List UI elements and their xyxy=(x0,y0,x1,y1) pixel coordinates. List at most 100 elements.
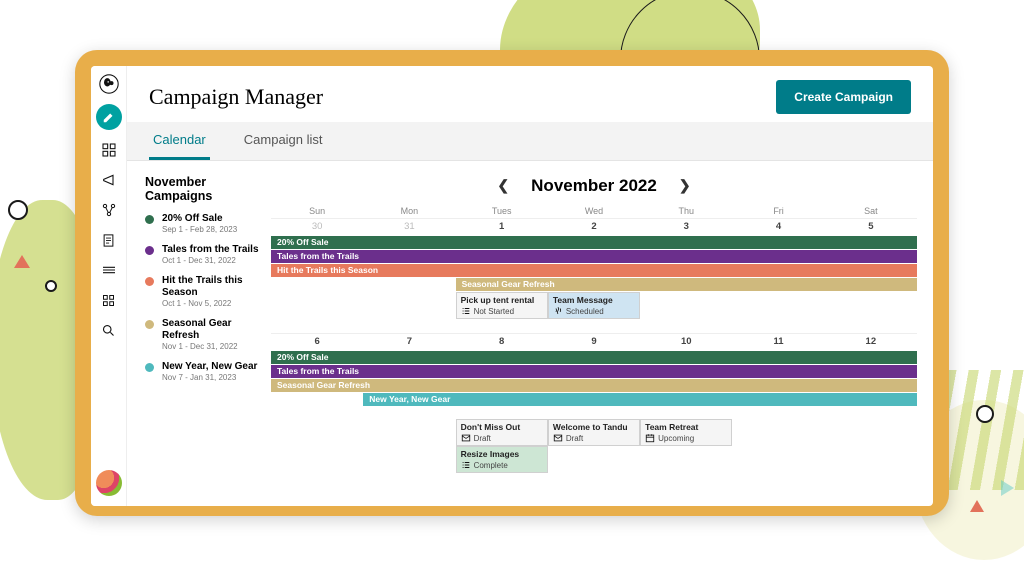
nav-apps-icon[interactable] xyxy=(99,290,119,310)
campaign-bar[interactable]: New Year, New Gear xyxy=(363,393,917,406)
mailchimp-logo-icon[interactable] xyxy=(99,74,119,94)
automation-icon xyxy=(553,306,563,316)
campaign-dates: Oct 1 - Nov 5, 2022 xyxy=(162,299,259,308)
date-cell[interactable]: 9 xyxy=(548,333,640,351)
nav-campaigns-icon[interactable] xyxy=(99,170,119,190)
campaign-dates: Nov 1 - Dec 31, 2022 xyxy=(162,342,259,351)
date-cell[interactable]: 7 xyxy=(363,333,455,351)
campaign-dates: Nov 7 - Jan 31, 2023 xyxy=(162,373,257,382)
weekday-row: SunMonTuesWedThuFriSat xyxy=(271,206,917,216)
nav-automations-icon[interactable] xyxy=(99,200,119,220)
date-cell[interactable]: 6 xyxy=(271,333,363,351)
task-title: Don't Miss Out xyxy=(461,422,543,432)
date-cell[interactable]: 31 xyxy=(363,218,455,236)
date-cell[interactable]: 5 xyxy=(825,218,917,236)
date-cell[interactable]: 3 xyxy=(640,218,732,236)
task-row: Resize Images Complete xyxy=(271,446,917,473)
campaign-color-dot xyxy=(145,246,154,255)
nav-integrations-icon[interactable] xyxy=(99,260,119,280)
list-icon xyxy=(461,460,471,470)
decorative-circle xyxy=(8,200,28,220)
weekday-label: Mon xyxy=(363,206,455,216)
campaign-list-item[interactable]: New Year, New Gear Nov 7 - Jan 31, 2023 xyxy=(145,361,259,382)
tab-bar: Calendar Campaign list xyxy=(127,122,933,161)
calendar-task[interactable]: Pick up tent rental Not Started xyxy=(456,292,548,319)
weekday-label: Wed xyxy=(548,206,640,216)
date-cell[interactable]: 4 xyxy=(732,218,824,236)
nav-audience-icon[interactable] xyxy=(99,140,119,160)
task-title: Team Message xyxy=(553,295,635,305)
campaign-list-item[interactable]: Tales from the Trails Oct 1 - Dec 31, 20… xyxy=(145,244,259,265)
nav-rail xyxy=(91,66,127,506)
campaign-list-item[interactable]: 20% Off Sale Sep 1 - Feb 28, 2023 xyxy=(145,213,259,234)
campaign-bar[interactable]: Seasonal Gear Refresh xyxy=(456,278,917,291)
next-month-button[interactable]: ❯ xyxy=(675,173,695,198)
nav-search-icon[interactable] xyxy=(99,320,119,340)
campaign-list-item[interactable]: Hit the Trails this Season Oct 1 - Nov 5… xyxy=(145,275,259,308)
campaign-name: Tales from the Trails xyxy=(162,244,259,256)
task-title: Welcome to Tandu xyxy=(553,422,635,432)
calendar-month-label: November 2022 xyxy=(531,176,657,196)
calendar-header: ❮ November 2022 ❯ xyxy=(271,173,917,198)
campaign-color-dot xyxy=(145,277,154,286)
weekday-label: Sun xyxy=(271,206,363,216)
campaign-dates: Sep 1 - Feb 28, 2023 xyxy=(162,225,237,234)
content-area: November Campaigns 20% Off Sale Sep 1 - … xyxy=(127,161,933,506)
date-cell[interactable]: 8 xyxy=(456,333,548,351)
calendar-task[interactable]: Don't Miss Out Draft xyxy=(456,419,548,446)
weekday-label: Thu xyxy=(640,206,732,216)
calendar-task[interactable]: Welcome to Tandu Draft xyxy=(548,419,640,446)
decorative-circle xyxy=(45,280,57,292)
create-campaign-button[interactable]: Create Campaign xyxy=(776,80,911,114)
decorative-circle xyxy=(976,405,994,423)
campaign-color-dot xyxy=(145,215,154,224)
app-screen: Campaign Manager Create Campaign Calenda… xyxy=(91,66,933,506)
campaign-bar[interactable]: 20% Off Sale xyxy=(271,351,917,364)
date-cell[interactable]: 30 xyxy=(271,218,363,236)
campaign-name: Seasonal Gear Refresh xyxy=(162,318,259,342)
campaign-bar[interactable]: Tales from the Trails xyxy=(271,250,917,263)
task-status: Upcoming xyxy=(645,433,727,443)
campaign-bar[interactable]: Seasonal Gear Refresh xyxy=(271,379,917,392)
calendar-task[interactable]: Team Retreat Upcoming xyxy=(640,419,732,446)
campaign-bar[interactable]: Tales from the Trails xyxy=(271,365,917,378)
date-cell[interactable]: 12 xyxy=(825,333,917,351)
date-cell[interactable]: 11 xyxy=(732,333,824,351)
calendar: ❮ November 2022 ❯ SunMonTuesWedThuFriSat… xyxy=(267,161,933,506)
main-area: Campaign Manager Create Campaign Calenda… xyxy=(127,66,933,506)
tab-calendar[interactable]: Calendar xyxy=(149,122,210,160)
page-header: Campaign Manager Create Campaign xyxy=(127,66,933,122)
date-cell[interactable]: 2 xyxy=(548,218,640,236)
task-row: Don't Miss Out DraftWelcome to Tandu Dra… xyxy=(271,419,917,446)
calendar-task[interactable]: Team Message Scheduled xyxy=(548,292,640,319)
campaign-name: Hit the Trails this Season xyxy=(162,275,259,299)
date-cell[interactable]: 1 xyxy=(456,218,548,236)
date-row: 6789101112 xyxy=(271,333,917,351)
task-title: Pick up tent rental xyxy=(461,295,543,305)
task-status: Not Started xyxy=(461,306,543,316)
task-row: Pick up tent rental Not StartedTeam Mess… xyxy=(271,292,917,319)
date-cell[interactable]: 10 xyxy=(640,333,732,351)
campaign-color-dot xyxy=(145,320,154,329)
date-row: 303112345 xyxy=(271,218,917,236)
nav-create-icon[interactable] xyxy=(96,104,122,130)
task-status: Scheduled xyxy=(553,306,635,316)
mail-icon xyxy=(553,433,563,443)
user-avatar[interactable] xyxy=(96,470,122,496)
calendar-task[interactable]: Resize Images Complete xyxy=(456,446,548,473)
campaign-bar[interactable]: 20% Off Sale xyxy=(271,236,917,249)
sidebar-title: November Campaigns xyxy=(145,175,259,203)
nav-content-icon[interactable] xyxy=(99,230,119,250)
device-frame: Campaign Manager Create Campaign Calenda… xyxy=(75,50,949,516)
campaign-color-dot xyxy=(145,363,154,372)
task-status: Draft xyxy=(461,433,543,443)
campaign-list-item[interactable]: Seasonal Gear Refresh Nov 1 - Dec 31, 20… xyxy=(145,318,259,351)
campaign-bar[interactable]: Hit the Trails this Season xyxy=(271,264,917,277)
tab-campaign-list[interactable]: Campaign list xyxy=(240,122,327,160)
campaign-bars: 20% Off SaleTales from the TrailsHit the… xyxy=(271,236,917,292)
list-icon xyxy=(461,306,471,316)
prev-month-button[interactable]: ❮ xyxy=(493,173,513,198)
weekday-label: Sat xyxy=(825,206,917,216)
task-title: Resize Images xyxy=(461,449,543,459)
decorative-triangle xyxy=(1001,480,1014,496)
